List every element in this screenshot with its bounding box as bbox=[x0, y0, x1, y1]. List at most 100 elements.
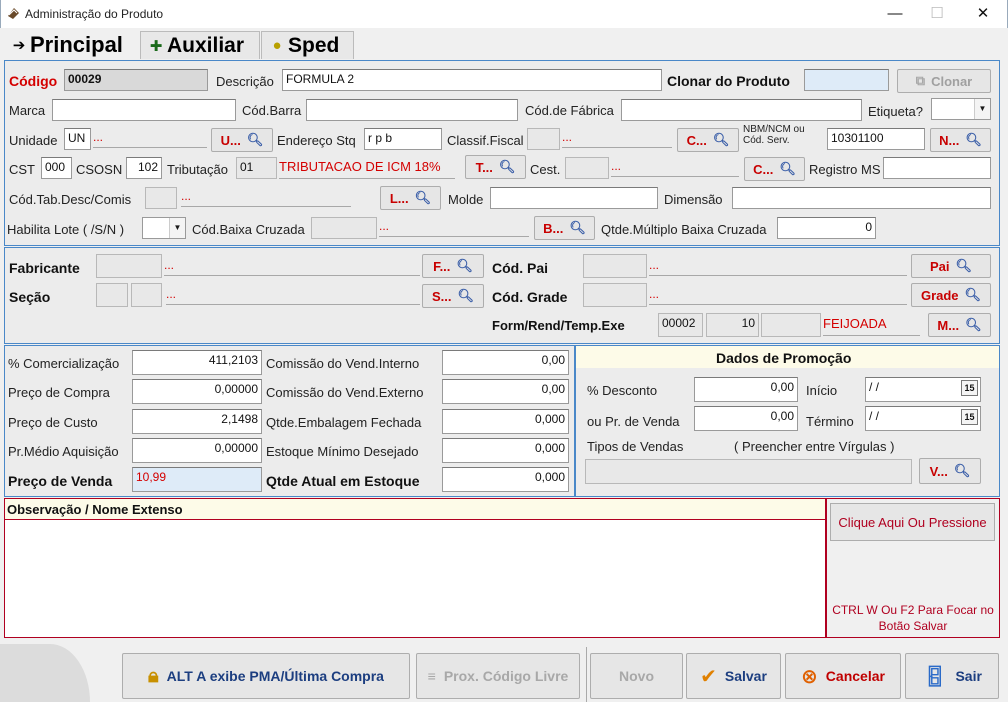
marca-field[interactable] bbox=[52, 99, 236, 121]
sair-button[interactable]: 🚪︎ Sair bbox=[905, 653, 999, 699]
fabricante-lookup-button[interactable]: F... 🔍︎ bbox=[422, 254, 484, 278]
baixa-field[interactable] bbox=[311, 217, 377, 239]
tipos-lookup-button[interactable]: V... 🔍︎ bbox=[919, 458, 981, 484]
secao-field-1[interactable] bbox=[96, 283, 128, 307]
nbm-lookup-button[interactable]: N... 🔍︎ bbox=[930, 128, 991, 152]
nbm-field[interactable]: 10301100 bbox=[827, 128, 925, 150]
compra-field[interactable]: 0,00000 bbox=[132, 379, 262, 404]
dimensao-field[interactable] bbox=[732, 187, 991, 209]
com-externo-field[interactable]: 0,00 bbox=[442, 379, 569, 404]
codpai-field[interactable] bbox=[583, 254, 647, 278]
csosn-label: CSOSN bbox=[76, 162, 123, 177]
grade-lookup-button[interactable]: Grade 🔍︎ bbox=[911, 283, 991, 307]
venda-label: Preço de Venda bbox=[8, 473, 113, 489]
codbarra-field[interactable] bbox=[306, 99, 518, 121]
registro-field[interactable] bbox=[883, 157, 991, 179]
pai-lookup-button[interactable]: Pai 🔍︎ bbox=[911, 254, 991, 278]
minimize-button[interactable]: — bbox=[881, 4, 909, 24]
close-button[interactable]: ✕ bbox=[969, 4, 997, 24]
form-code-field[interactable]: 00002 bbox=[658, 313, 703, 337]
maximize-button[interactable]: ☐ bbox=[923, 4, 951, 24]
codfabrica-label: Cód.de Fábrica bbox=[525, 103, 614, 118]
tab-sped[interactable]: ● Sped bbox=[261, 31, 354, 59]
endereco-field[interactable]: r p b bbox=[364, 128, 442, 150]
custo-field[interactable]: 2,1498 bbox=[132, 409, 262, 434]
codtab-field[interactable] bbox=[145, 187, 177, 209]
search-icon: 🔍︎ bbox=[569, 220, 586, 235]
inicio-date-field[interactable]: / / 15 bbox=[865, 377, 981, 402]
form-rend-field[interactable]: 10 bbox=[706, 313, 759, 337]
multiplo-field[interactable]: 0 bbox=[777, 217, 876, 239]
descricao-field[interactable]: FORMULA 2 bbox=[282, 69, 662, 91]
lote-select[interactable]: ▼ bbox=[142, 217, 186, 239]
fabricante-field[interactable] bbox=[96, 254, 162, 278]
promo-title: Dados de Promoção bbox=[716, 350, 852, 366]
cst-field[interactable]: 000 bbox=[41, 157, 72, 179]
l-button-label: L... bbox=[389, 190, 409, 206]
classif-field[interactable] bbox=[527, 128, 560, 150]
search-icon: 🔍︎ bbox=[498, 159, 516, 174]
checkmark-icon: ✔ bbox=[700, 665, 717, 688]
registro-label: Registro MS bbox=[809, 162, 881, 177]
codpai-label: Cód. Pai bbox=[492, 260, 549, 276]
clonar-field[interactable] bbox=[804, 69, 889, 91]
estoque-atual-field[interactable]: 0,000 bbox=[442, 467, 569, 492]
secao-lookup-button[interactable]: S... 🔍︎ bbox=[422, 284, 484, 308]
alt-pma-button[interactable]: 🔒︎ ALT A exibe PMA/Última Compra bbox=[122, 653, 410, 699]
coins-icon: ● bbox=[272, 37, 282, 54]
prox-codigo-button[interactable]: ≡ Prox. Código Livre bbox=[416, 653, 580, 699]
form-temp-field[interactable] bbox=[761, 313, 821, 337]
pr-venda-field[interactable]: 0,00 bbox=[694, 406, 798, 431]
search-icon: 🔍︎ bbox=[712, 132, 730, 147]
medio-field[interactable]: 0,00000 bbox=[132, 438, 262, 463]
calendar-icon[interactable]: 15 bbox=[961, 409, 978, 425]
codigo-field[interactable]: 00029 bbox=[64, 69, 208, 91]
nbm-label: NBM/NCM ou Cód. Serv. bbox=[743, 124, 805, 146]
etiqueta-select[interactable]: ▼ bbox=[931, 98, 991, 120]
tab-auxiliar[interactable]: ✚ Auxiliar bbox=[140, 31, 260, 59]
t-button-label: T... bbox=[475, 159, 493, 175]
secao-field-2[interactable] bbox=[131, 283, 162, 307]
cest-desc: ... bbox=[611, 159, 739, 177]
cest-field[interactable] bbox=[565, 157, 609, 179]
tributacao-code-field[interactable]: 01 bbox=[236, 157, 277, 179]
custo-label: Preço de Custo bbox=[8, 415, 98, 430]
embalagem-field[interactable]: 0,000 bbox=[442, 409, 569, 434]
clique-button[interactable]: Clique Aqui Ou Pressione bbox=[830, 503, 995, 541]
codgrade-field[interactable] bbox=[583, 283, 647, 307]
search-icon: 🔍︎ bbox=[953, 463, 971, 478]
title-bar: Administração do Produto — ☐ ✕ bbox=[0, 0, 1008, 28]
codtab-lookup-button[interactable]: L... 🔍︎ bbox=[380, 186, 441, 210]
cest-lookup-button[interactable]: C... 🔍︎ bbox=[744, 157, 805, 181]
tipos-field[interactable] bbox=[585, 459, 912, 484]
calendar-icon[interactable]: 15 bbox=[961, 380, 978, 396]
classif-lookup-button[interactable]: C... 🔍︎ bbox=[677, 128, 739, 152]
codfabrica-field[interactable] bbox=[621, 99, 862, 121]
baixa-lookup-button[interactable]: B... 🔍︎ bbox=[534, 216, 595, 240]
termino-date-field[interactable]: / / 15 bbox=[865, 406, 981, 431]
unidade-lookup-button[interactable]: U... 🔍︎ bbox=[211, 128, 273, 152]
salvar-button[interactable]: ✔ Salvar bbox=[686, 653, 781, 699]
endereco-label: Endereço Stq bbox=[277, 133, 356, 148]
s-button-label: S... bbox=[431, 288, 452, 304]
molde-field[interactable] bbox=[490, 187, 658, 209]
search-icon: 🔍︎ bbox=[246, 132, 264, 147]
novo-button[interactable]: Novo bbox=[590, 653, 683, 699]
comercializacao-field[interactable]: 411,2103 bbox=[132, 350, 262, 375]
desconto-field[interactable]: 0,00 bbox=[694, 377, 798, 402]
clonar-button[interactable]: ⧉ Clonar bbox=[897, 69, 991, 93]
medio-label: Pr.Médio Aquisição bbox=[8, 444, 119, 459]
estoque-min-label: Estoque Mínimo Desejado bbox=[266, 444, 419, 459]
form-lookup-button[interactable]: M... 🔍︎ bbox=[928, 313, 991, 337]
venda-field[interactable]: 10,99 bbox=[132, 467, 262, 492]
compra-label: Preço de Compra bbox=[8, 385, 110, 400]
tab-principal[interactable]: ➔ Principal bbox=[4, 31, 138, 59]
tributacao-lookup-button[interactable]: T... 🔍︎ bbox=[465, 155, 526, 179]
csosn-field[interactable]: 102 bbox=[126, 157, 162, 179]
cancelar-button[interactable]: ⊗ Cancelar bbox=[785, 653, 901, 699]
f-button-label: F... bbox=[433, 258, 451, 274]
footer-decoration bbox=[0, 644, 90, 702]
com-interno-field[interactable]: 0,00 bbox=[442, 350, 569, 375]
estoque-min-field[interactable]: 0,000 bbox=[442, 438, 569, 463]
unidade-field[interactable]: UN bbox=[64, 128, 91, 150]
